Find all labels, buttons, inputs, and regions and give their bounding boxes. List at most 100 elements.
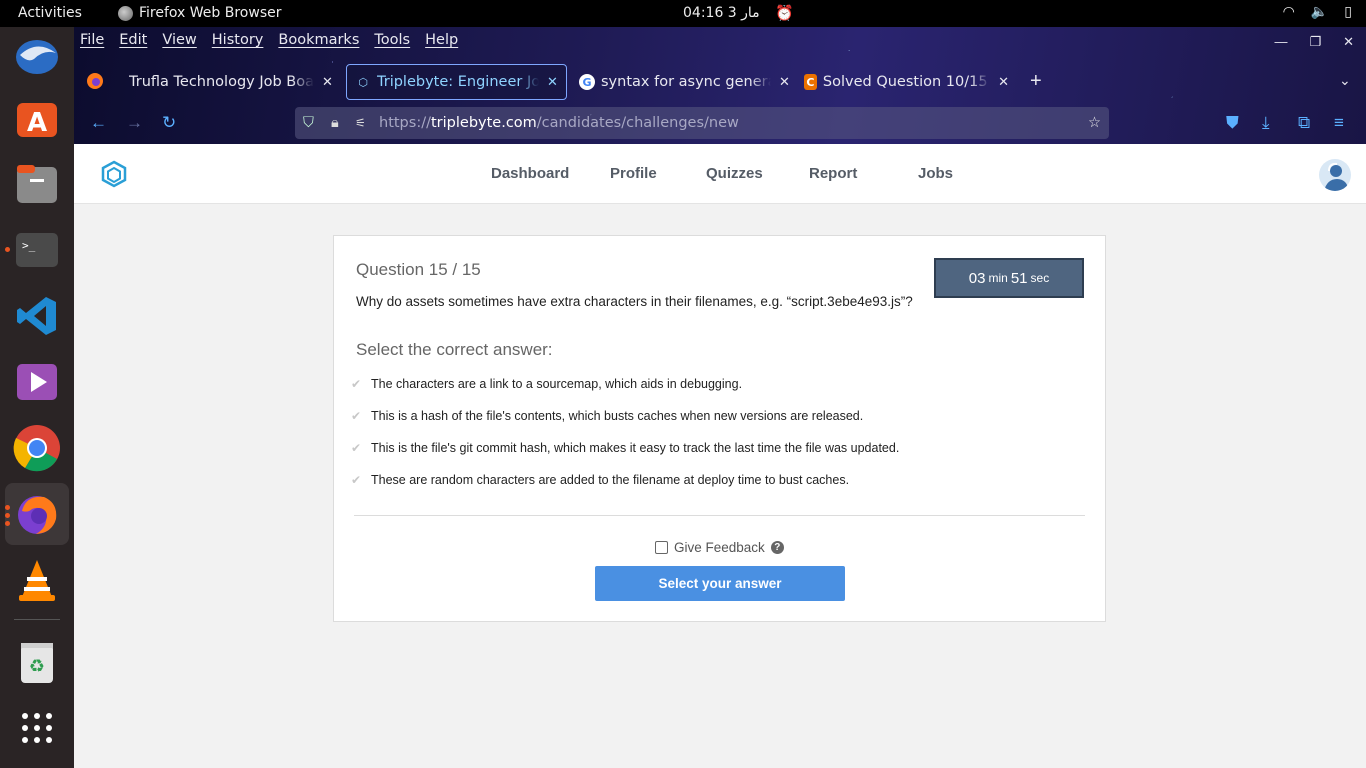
dock-vscode-icon[interactable]	[12, 291, 62, 341]
reload-icon[interactable]: ↻	[162, 113, 176, 133]
close-window-icon[interactable]: ✕	[1343, 34, 1354, 50]
dock-files-icon[interactable]	[12, 159, 62, 209]
app-menu-icon[interactable]: ≡	[1334, 113, 1344, 133]
restore-icon[interactable]: ❐	[1309, 34, 1321, 50]
system-tray[interactable]: ◠ 🔈 ▯	[1283, 4, 1352, 20]
extensions-icon[interactable]: ⧉	[1298, 113, 1310, 133]
clock[interactable]: 04:16 3 مار	[683, 5, 760, 21]
triplebyte-icon: ⬡	[358, 75, 368, 89]
submit-answer-button[interactable]: Select your answer	[595, 566, 845, 601]
tab-trufla[interactable]: Trufla Technology Job Board ✕	[129, 64, 339, 100]
battery-icon: ▯	[1344, 4, 1352, 20]
tab-triplebyte[interactable]: ⬡ Triplebyte: Engineer Jobs ✕	[346, 64, 567, 100]
wifi-icon: ◠	[1282, 4, 1295, 20]
close-tab-icon[interactable]: ✕	[779, 75, 790, 90]
downloads-icon[interactable]: ⤓	[1262, 113, 1270, 133]
svg-text:>_: >_	[22, 239, 36, 252]
dock-software-icon[interactable]: A	[12, 93, 62, 143]
firefox-view-icon[interactable]	[86, 72, 104, 95]
question-text: Why do assets sometimes have extra chara…	[356, 294, 913, 309]
dock: A >_ ♻	[0, 27, 74, 768]
tab-google[interactable]: G syntax for async generator ✕	[579, 64, 791, 100]
nav-dashboard[interactable]: Dashboard	[491, 165, 569, 182]
check-icon: ✔	[350, 473, 362, 487]
dock-terminal-icon[interactable]: >_	[12, 225, 62, 275]
system-top-bar: Activities Firefox Web Browser 04:16 3 م…	[0, 0, 1366, 27]
feedback-label: Give Feedback	[674, 540, 765, 555]
answer-option[interactable]: ✔ These are random characters are added …	[348, 473, 849, 487]
dock-firefox-icon[interactable]	[5, 483, 69, 545]
answer-option[interactable]: ✔ The characters are a link to a sourcem…	[348, 377, 742, 391]
answer-option[interactable]: ✔ This is a hash of the file's contents,…	[348, 409, 863, 423]
check-icon: ✔	[350, 441, 362, 455]
dock-thunderbird-icon[interactable]	[12, 31, 62, 81]
tab-chegg[interactable]: C Solved Question 10/15 What ✕	[804, 64, 1009, 100]
tab-label: syntax for async generator	[601, 74, 771, 90]
close-tab-icon[interactable]: ✕	[322, 75, 333, 90]
check-icon: ✔	[350, 409, 362, 423]
volume-icon: 🔈	[1310, 4, 1329, 20]
tab-label: Triplebyte: Engineer Jobs	[377, 74, 539, 90]
activities-button[interactable]: Activities	[18, 5, 82, 21]
pocket-icon[interactable]: ⛊	[1226, 113, 1239, 133]
window-controls: — ❐ ✕	[1274, 34, 1354, 50]
menu-view[interactable]: View	[162, 32, 196, 48]
select-answer-heading: Select the correct answer:	[356, 340, 553, 359]
question-number: Question 15 / 15	[356, 260, 481, 279]
app-name: Firefox Web Browser	[139, 5, 282, 21]
give-feedback-toggle[interactable]: Give Feedback ?	[655, 540, 784, 555]
url-text[interactable]: https://triplebyte.com/candidates/challe…	[379, 115, 739, 131]
countdown-timer: 03 min 51 sec	[934, 258, 1084, 298]
nav-profile[interactable]: Profile	[610, 165, 657, 182]
firefox-window-chrome: File Edit View History Bookmarks Tools H…	[74, 27, 1366, 144]
menu-edit[interactable]: Edit	[119, 32, 147, 48]
bookmark-star-icon[interactable]: ☆	[1088, 115, 1101, 131]
site-header: Dashboard Profile Quizzes Report Jobs	[74, 144, 1366, 204]
feedback-checkbox[interactable]	[655, 541, 668, 554]
app-menu[interactable]: Firefox Web Browser	[118, 5, 282, 21]
tab-strip: Trufla Technology Job Board ✕ ⬡ Tripleby…	[74, 63, 1366, 101]
new-tab-icon[interactable]: +	[1030, 70, 1042, 93]
menu-file[interactable]: File	[80, 32, 104, 48]
dock-separator	[14, 619, 60, 620]
running-indicator	[5, 521, 10, 526]
dock-trash-icon[interactable]: ♻	[12, 637, 62, 687]
nav-report[interactable]: Report	[809, 165, 857, 182]
show-apps-icon[interactable]	[12, 703, 62, 753]
tracking-protection-icon[interactable]: ⛉	[303, 115, 321, 131]
divider	[354, 515, 1085, 516]
dock-vlc-icon[interactable]	[12, 555, 62, 605]
check-icon: ✔	[350, 377, 362, 391]
running-indicator	[5, 505, 10, 510]
menu-help[interactable]: Help	[425, 32, 458, 48]
svg-text:A: A	[27, 108, 47, 138]
back-icon[interactable]: ←	[90, 113, 107, 133]
menu-history[interactable]: History	[212, 32, 264, 48]
close-tab-icon[interactable]: ✕	[998, 75, 1009, 90]
help-icon[interactable]: ?	[770, 541, 784, 554]
dock-video-icon[interactable]	[12, 357, 62, 407]
tab-label: Solved Question 10/15 What	[822, 74, 990, 90]
question-card: Question 15 / 15 03 min 51 sec Why do asse…	[333, 235, 1106, 622]
running-indicator	[5, 247, 10, 252]
firefox-icon	[118, 5, 133, 21]
answer-option[interactable]: ✔ This is the file's git commit hash, wh…	[348, 441, 899, 455]
navigation-bar: ← → ↻ ⛉ 🔒︎ ⚟ https://triplebyte.com/cand…	[74, 107, 1366, 141]
menu-tools[interactable]: Tools	[374, 32, 410, 48]
alarm-icon: ⏰	[775, 4, 794, 22]
page-content: Dashboard Profile Quizzes Report Jobs Qu…	[74, 144, 1366, 768]
nav-jobs[interactable]: Jobs	[918, 165, 953, 182]
lock-icon[interactable]: 🔒︎	[331, 115, 347, 131]
dock-chrome-icon[interactable]	[12, 423, 62, 473]
nav-quizzes[interactable]: Quizzes	[706, 165, 763, 182]
permissions-icon[interactable]: ⚟	[355, 116, 375, 130]
menu-bookmarks[interactable]: Bookmarks	[278, 32, 359, 48]
forward-icon[interactable]: →	[126, 113, 143, 133]
minimize-icon[interactable]: —	[1274, 34, 1287, 50]
avatar[interactable]	[1319, 159, 1351, 191]
close-tab-icon[interactable]: ✕	[547, 75, 558, 90]
list-tabs-icon[interactable]: ⌄	[1339, 72, 1351, 89]
google-icon: G	[579, 74, 595, 90]
url-bar[interactable]: ⛉ 🔒︎ ⚟ https://triplebyte.com/candidates…	[295, 107, 1109, 139]
chegg-icon: C	[804, 74, 817, 90]
